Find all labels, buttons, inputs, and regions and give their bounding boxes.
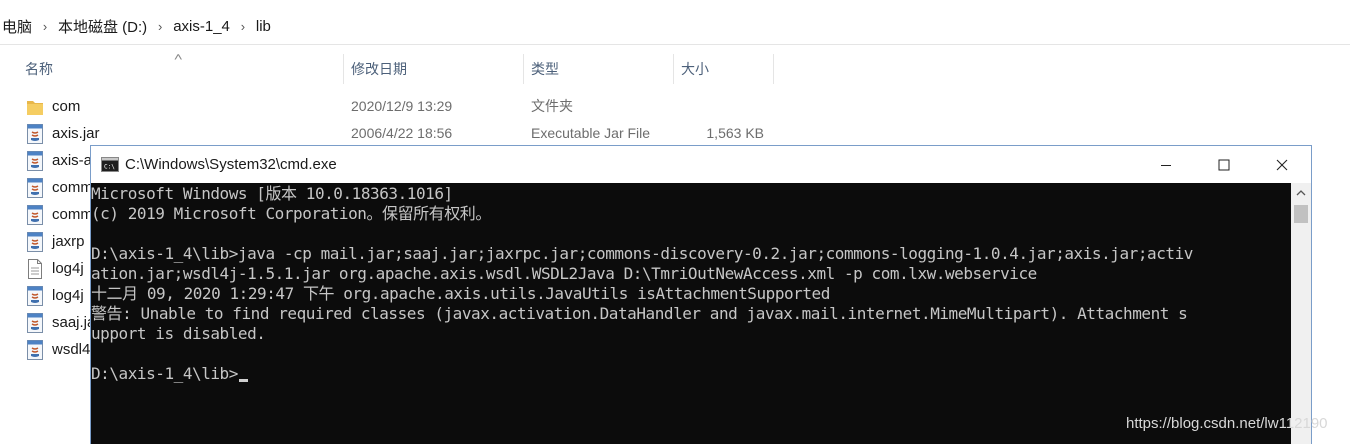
minimize-button[interactable] bbox=[1137, 146, 1195, 183]
file-size: 1,563 KB bbox=[706, 125, 764, 141]
watermark: https://blog.csdn.net/lw112190 bbox=[1126, 415, 1328, 432]
breadcrumb: 电脑 › 本地磁盘 (D:) › axis-1_4 › lib bbox=[0, 8, 273, 44]
column-divider[interactable] bbox=[773, 54, 774, 84]
chevron-right-icon[interactable]: › bbox=[34, 19, 56, 34]
close-button[interactable] bbox=[1253, 146, 1311, 183]
console-output[interactable]: Microsoft Windows [版本 10.0.18363.1016] (c… bbox=[91, 183, 1291, 444]
console-line: ation.jar;wsdl4j-1.5.1.jar org.apache.ax… bbox=[91, 264, 1291, 284]
cmd-app-icon[interactable]: C:\ bbox=[101, 157, 119, 172]
file-name: axis-a bbox=[52, 152, 93, 169]
column-divider[interactable] bbox=[673, 54, 674, 84]
console-line: (c) 2019 Microsoft Corporation。保留所有权利。 bbox=[91, 204, 1291, 224]
file-name: jaxrp bbox=[52, 233, 85, 250]
chevron-up-icon bbox=[1296, 190, 1306, 196]
file-row[interactable]: com 2020/12/9 13:29 文件夹 bbox=[0, 93, 800, 120]
file-name: comm bbox=[52, 206, 93, 223]
console-line: 警告: Unable to find required classes (jav… bbox=[91, 304, 1291, 324]
close-icon bbox=[1276, 159, 1288, 170]
console-line-text: D:\axis-1_4\lib> bbox=[91, 364, 238, 383]
jar-file-icon bbox=[27, 205, 43, 225]
console-line: upport is disabled. bbox=[91, 324, 1291, 344]
cmd-window[interactable]: C:\ C:\Windows\System32\cmd.exe Microsof… bbox=[90, 145, 1312, 444]
column-divider[interactable] bbox=[343, 54, 344, 84]
console-line: D:\axis-1_4\lib> bbox=[91, 364, 1291, 384]
cmd-titlebar[interactable]: C:\ C:\Windows\System32\cmd.exe bbox=[91, 146, 1311, 183]
file-name: com bbox=[52, 98, 81, 115]
file-name: log4j bbox=[52, 287, 84, 304]
column-header-name[interactable]: 名称 bbox=[25, 50, 53, 86]
jar-file-icon bbox=[27, 232, 43, 252]
console-line-text: 警告: Unable to find required classes (jav… bbox=[91, 304, 1188, 323]
column-header-type[interactable]: 类型 bbox=[531, 50, 559, 86]
folder-icon bbox=[27, 101, 43, 115]
console-line: Microsoft Windows [版本 10.0.18363.1016] bbox=[91, 184, 1291, 204]
breadcrumb-item-pc[interactable]: 电脑 bbox=[0, 16, 34, 37]
file-date: 2006/4/22 18:56 bbox=[351, 125, 453, 141]
console-line-text: (c) 2019 Microsoft Corporation。保留所有权利。 bbox=[91, 204, 491, 223]
file-type: 文件夹 bbox=[531, 98, 573, 114]
console-line-text: D:\axis-1_4\lib>java -cp mail.jar;saaj.j… bbox=[91, 244, 1193, 263]
chevron-right-icon[interactable]: › bbox=[232, 19, 254, 34]
minimize-icon bbox=[1161, 164, 1171, 166]
column-header-size[interactable]: 大小 bbox=[681, 50, 709, 86]
jar-file-icon bbox=[27, 313, 43, 333]
text-file-icon bbox=[28, 259, 42, 279]
file-name: log4j bbox=[52, 260, 84, 277]
jar-file-icon bbox=[27, 124, 43, 144]
file-type: Executable Jar File bbox=[531, 125, 651, 141]
address-bar[interactable]: 电脑 › 本地磁盘 (D:) › axis-1_4 › lib bbox=[0, 8, 1350, 45]
maximize-button[interactable] bbox=[1195, 146, 1253, 183]
breadcrumb-item-drive[interactable]: 本地磁盘 (D:) bbox=[56, 16, 149, 37]
console-line: 十二月 09, 2020 1:29:47 下午 org.apache.axis.… bbox=[91, 284, 1291, 304]
column-header-date[interactable]: 修改日期 bbox=[351, 50, 407, 86]
console-line-text: upport is disabled. bbox=[91, 324, 266, 343]
cmd-window-title: C:\Windows\System32\cmd.exe bbox=[125, 156, 337, 173]
jar-file-icon bbox=[27, 340, 43, 360]
console-line-text: Microsoft Windows [版本 10.0.18363.1016] bbox=[91, 184, 453, 203]
chevron-right-icon[interactable]: › bbox=[149, 19, 171, 34]
breadcrumb-item-lib[interactable]: lib bbox=[254, 18, 273, 35]
breadcrumb-item-axis[interactable]: axis-1_4 bbox=[171, 18, 232, 35]
console-line-text: ation.jar;wsdl4j-1.5.1.jar org.apache.ax… bbox=[91, 264, 1037, 283]
file-name: axis.jar bbox=[52, 125, 100, 142]
jar-file-icon bbox=[27, 151, 43, 171]
svg-text:C:\: C:\ bbox=[104, 164, 115, 171]
file-name: wsdl4 bbox=[52, 341, 91, 358]
file-row[interactable]: axis.jar 2006/4/22 18:56 Executable Jar Fi… bbox=[0, 120, 800, 147]
text-cursor bbox=[238, 379, 248, 382]
file-name: saaj.ja bbox=[52, 314, 96, 331]
console-line-text: 十二月 09, 2020 1:29:47 下午 org.apache.axis.… bbox=[91, 284, 830, 303]
scroll-thumb[interactable] bbox=[1294, 205, 1308, 223]
jar-file-icon bbox=[27, 178, 43, 198]
console-scrollbar[interactable] bbox=[1291, 183, 1311, 444]
column-headers: 名称 修改日期 类型 大小 bbox=[0, 50, 780, 86]
file-date: 2020/12/9 13:29 bbox=[351, 98, 453, 114]
file-name: comm bbox=[52, 179, 93, 196]
column-divider[interactable] bbox=[523, 54, 524, 84]
scroll-up-button[interactable] bbox=[1291, 183, 1311, 203]
console-line: D:\axis-1_4\lib>java -cp mail.jar;saaj.j… bbox=[91, 244, 1291, 264]
jar-file-icon bbox=[27, 286, 43, 306]
maximize-icon bbox=[1218, 159, 1230, 170]
